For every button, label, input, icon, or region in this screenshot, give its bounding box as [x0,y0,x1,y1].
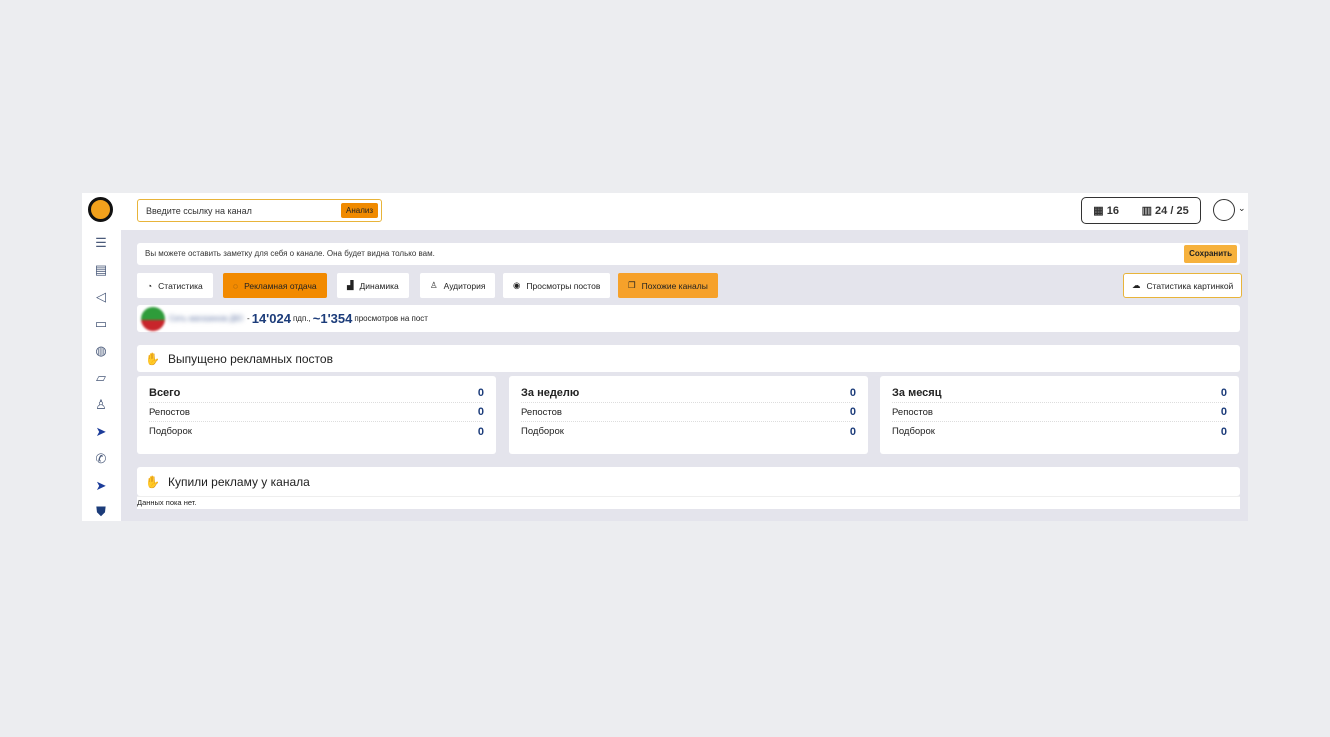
user-avatar[interactable] [1213,199,1235,221]
tab-ad-return[interactable]: ◌ Рекламная отдача [223,273,327,298]
limit-count: 24 / 25 [1155,205,1189,217]
channel-search-input[interactable]: Введите ссылку на канал Анализ [137,199,382,222]
telegram-icon[interactable]: ➤ [93,479,109,493]
bar-chart-icon: ▥ [1141,205,1152,217]
calendar-counter: ▦ 16 [1093,204,1119,217]
list-icon[interactable]: ☰ [93,236,109,250]
stats-card-month: За месяц 0 Репостов 0 Подборок 0 [880,376,1239,454]
chevron-down-icon[interactable]: ⌄ [1238,203,1246,214]
views-label: просмотров на пост [354,314,428,323]
cloud-icon: ☁ [1132,280,1141,290]
cycle-icon: ◌ [233,280,239,291]
row-label: Репостов [892,406,933,418]
tab-label: Аудитория [443,280,486,291]
chart-icon: ▟ [347,280,354,290]
card-title: За неделю [521,387,580,399]
card-title: Всего [149,387,181,399]
channel-info: Сеть магазинов ДЮ - 14'024 пдп., ~1'354 п… [137,305,1240,332]
calendar-count: 16 [1106,205,1119,217]
tray-icon[interactable]: ▱ [93,371,109,385]
row-value: 0 [1220,406,1227,418]
header: Введите ссылку на канал Анализ ▦ 16 ▥ 24… [121,193,1248,230]
row-label: Репостов [521,406,562,418]
card-total[interactable]: 0 [478,387,484,399]
section-title: Выпущено рекламных постов [167,351,333,366]
sidebar: ☰ ▤ ◁ ▭ ◍ ▱ ♙ ➤ ✆ ➤ ⛊ [82,193,121,521]
search-placeholder: Введите ссылку на канал [146,206,252,216]
limit-counter: ▥ 24 / 25 [1142,204,1189,217]
row-label: Подборок [149,426,192,437]
tab-label: Статистика [158,280,203,291]
calendar-icon: ▦ [1093,205,1104,217]
handshake-icon: ✋ [145,351,160,366]
tab-dynamics[interactable]: ▟ Динамика [337,273,409,298]
limits-counter[interactable]: ▦ 16 ▥ 24 / 25 [1081,197,1201,224]
row-value: 0 [477,406,484,418]
tab-label: Динамика [359,280,399,291]
note-field[interactable]: Вы можете оставить заметку для себя о ка… [137,243,1240,265]
telegram-icon[interactable]: ➤ [93,425,109,439]
megaphone-icon[interactable]: ◁ [93,290,109,304]
card-total[interactable]: 0 [1221,387,1227,399]
logo[interactable] [88,197,113,222]
card-title: За месяц [892,387,942,399]
row-label: Репостов [149,406,190,418]
app-frame: ☰ ▤ ◁ ▭ ◍ ▱ ♙ ➤ ✆ ➤ ⛊ Введите ссылку на … [82,193,1248,521]
note-placeholder: Вы можете оставить заметку для себя о ка… [145,249,435,258]
tab-similar-channels[interactable]: ❐ Похожие каналы [618,273,718,298]
users-icon[interactable]: ♙ [93,398,109,412]
phone-icon[interactable]: ✆ [93,452,109,466]
card-total[interactable]: 0 [850,387,856,399]
channel-name[interactable]: Сеть магазинов ДЮ [169,314,243,323]
analyze-button[interactable]: Анализ [340,203,378,218]
row-value: 0 [1220,425,1227,438]
section-header-bought-ads: ✋ Купили рекламу у канала [137,467,1240,496]
report-icon[interactable]: ▤ [93,263,109,277]
row-label: Подборок [521,426,564,437]
copy-icon: ❐ [628,280,636,290]
section-title: Купили рекламу у канала [167,474,310,489]
image-stats-button[interactable]: ☁ Статистика картинкой [1123,273,1243,298]
stats-card-total: Всего 0 Репостов 0 Подборок 0 [137,376,496,454]
section-header-ad-posts: ✋ Выпущено рекламных постов [137,345,1240,372]
users-icon: ♙ [430,280,438,290]
tab-label: Похожие каналы [641,280,708,291]
shield-icon[interactable]: ⛊ [93,505,109,519]
image-stats-label: Статистика картинкой [1146,280,1234,291]
tab-post-views[interactable]: ◉ Просмотры постов [503,273,611,298]
globe-icon[interactable]: ◍ [93,344,109,358]
tab-label: Рекламная отдача [244,280,317,291]
tab-label: Просмотры постов [526,280,601,291]
gauge-icon: ◔ [147,280,153,291]
eye-icon: ◉ [513,280,521,290]
row-label: Подборок [892,426,935,437]
row-value: 0 [477,425,484,438]
inbox-icon[interactable]: ▭ [93,317,109,331]
stats-card-week: За неделю 0 Репостов 0 Подборок 0 [509,376,868,454]
tab-audience[interactable]: ♙ Аудитория [420,273,496,298]
subscriber-label: пдп., [292,314,311,323]
handshake-icon: ✋ [145,474,160,489]
empty-state: Данных пока нет. [137,496,1240,509]
row-value: 0 [849,406,856,418]
channel-avatar [141,306,165,331]
subscriber-count: 14'024 [251,311,291,326]
row-value: 0 [849,425,856,438]
save-button[interactable]: Сохранить [1184,245,1237,263]
tab-statistics[interactable]: ◔ Статистика [137,273,213,298]
views-count: ~1'354 [312,311,353,326]
